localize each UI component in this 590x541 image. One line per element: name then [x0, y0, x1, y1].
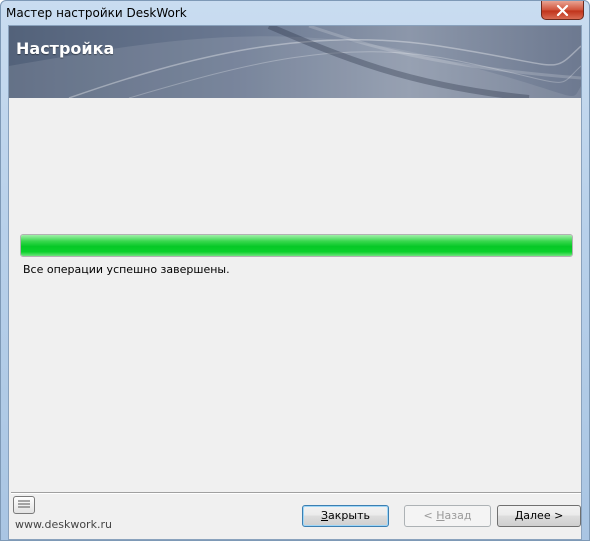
back-button-prefix: < [423, 509, 437, 522]
banner-swoosh-graphic [9, 26, 581, 98]
notes-button[interactable] [13, 496, 35, 514]
back-button-label: азад [444, 509, 472, 522]
next-button-label: алее > [523, 509, 564, 522]
notes-icon [18, 500, 30, 508]
back-button-accel: Н [436, 509, 445, 522]
back-button[interactable]: < Назад [404, 505, 491, 527]
header-banner: Настройка [9, 26, 581, 98]
next-button-accel: Д [514, 509, 524, 522]
close-button-label: акрыть [328, 509, 370, 522]
status-message: Все операции успешно завершены. [23, 263, 230, 276]
footer-separator [11, 492, 581, 494]
next-button[interactable]: Далее > [497, 505, 581, 527]
close-icon [556, 5, 569, 16]
progress-fill [21, 235, 572, 256]
wizard-client-area: Настройка Все операции успешно завершены… [8, 25, 582, 540]
page-title: Настройка [16, 39, 115, 58]
progress-bar [20, 234, 573, 257]
window-title: Мастер настройки DeskWork [6, 6, 187, 20]
title-bar[interactable]: Мастер настройки DeskWork [1, 1, 589, 25]
close-button-accel: З [320, 509, 329, 522]
window-close-button[interactable] [541, 1, 584, 20]
close-button[interactable]: Закрыть [302, 505, 389, 527]
wizard-window: Мастер настройки DeskWork Настройка Все … [0, 0, 590, 541]
website-link[interactable]: www.deskwork.ru [15, 518, 112, 531]
